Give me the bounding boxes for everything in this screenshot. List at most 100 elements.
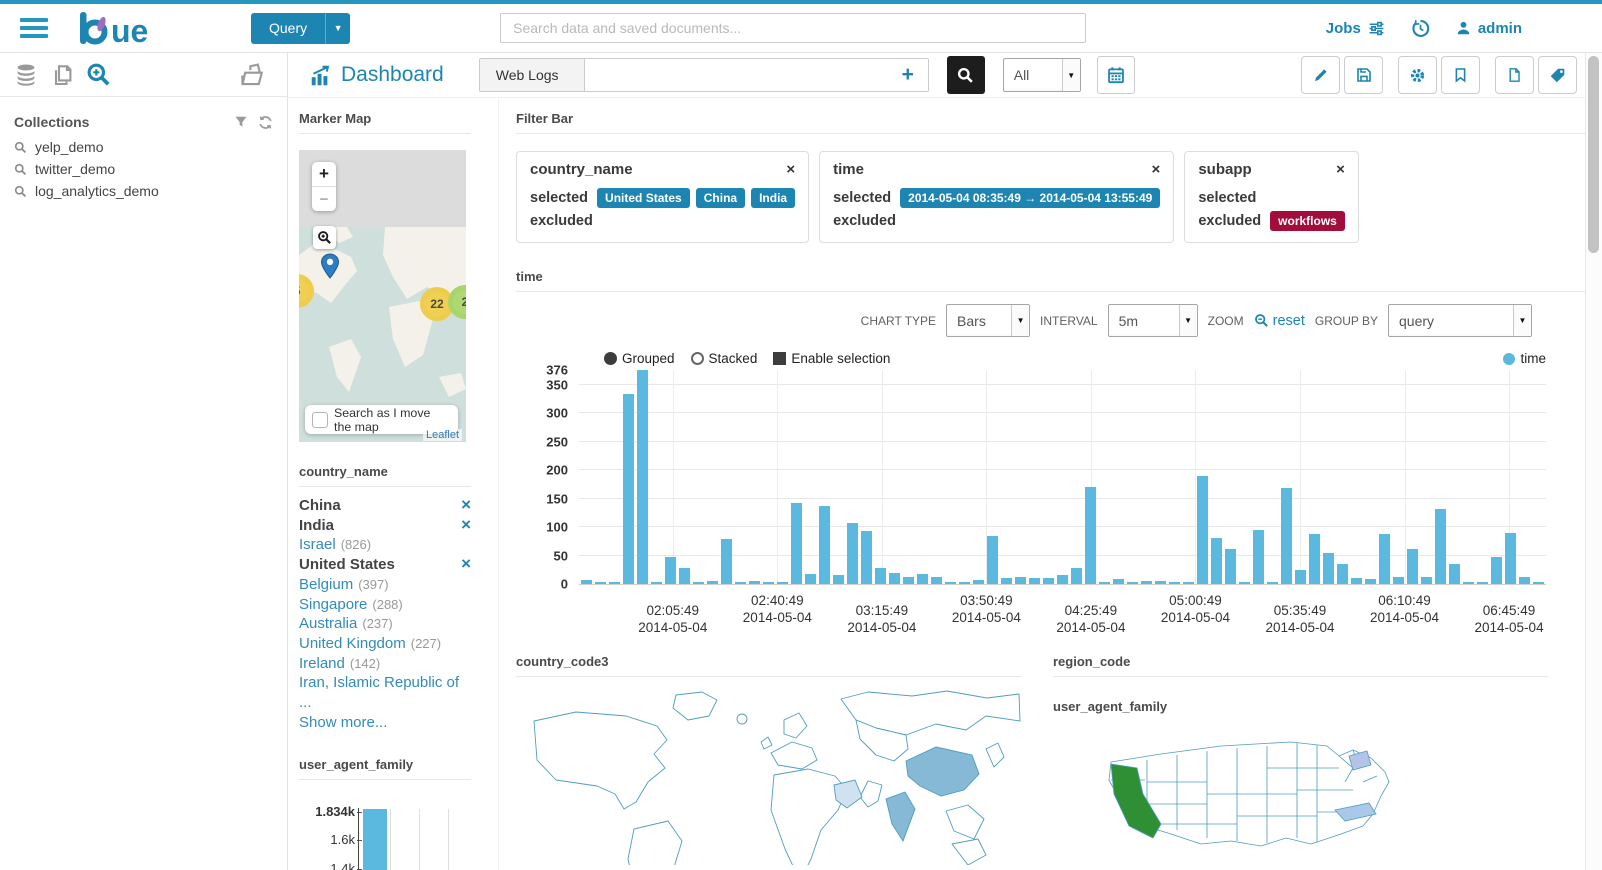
bar[interactable] <box>1253 529 1264 584</box>
bar[interactable] <box>1477 582 1488 584</box>
filter-chip-selected[interactable]: United States <box>597 187 690 208</box>
time-bar-chart[interactable]: 376 350 300 250 200 150 100 50 0 <box>546 364 1546 591</box>
database-icon[interactable] <box>14 63 38 87</box>
bar[interactable] <box>1393 576 1404 584</box>
refresh-icon[interactable] <box>258 115 273 130</box>
bar[interactable] <box>1029 578 1040 584</box>
facet-value-link[interactable]: Belgium <box>299 575 353 595</box>
bar[interactable] <box>1309 533 1320 584</box>
hue-logo[interactable]: ue <box>78 11 174 45</box>
document-button[interactable] <box>1495 56 1534 94</box>
user-agent-family-mini-chart[interactable]: 1.834k 1.6k 1.4k <box>299 804 471 870</box>
bar[interactable] <box>889 572 900 584</box>
facet-value-link[interactable]: Australia <box>299 614 357 634</box>
bar[interactable] <box>1379 533 1390 584</box>
hamburger-menu-icon[interactable] <box>20 14 48 42</box>
collection-item[interactable]: yelp_demo <box>0 136 287 158</box>
calendar-button[interactable] <box>1096 56 1135 94</box>
bar[interactable] <box>1295 569 1306 584</box>
bar[interactable] <box>1281 488 1292 584</box>
bar[interactable] <box>875 568 886 584</box>
close-icon[interactable]: × <box>752 161 795 178</box>
bar[interactable] <box>1267 582 1278 584</box>
bar[interactable] <box>1113 579 1124 584</box>
bar[interactable] <box>721 539 732 584</box>
bar[interactable] <box>693 582 704 584</box>
bar[interactable] <box>1463 582 1474 584</box>
country-code3-world-map[interactable] <box>516 689 1021 865</box>
bar[interactable] <box>861 530 872 584</box>
group-by-select[interactable]: query ▼ <box>1388 304 1532 337</box>
bar[interactable] <box>1211 538 1222 584</box>
bar[interactable] <box>1351 578 1362 584</box>
bar[interactable] <box>1169 581 1180 584</box>
bar[interactable] <box>1155 581 1166 584</box>
bar[interactable] <box>1533 582 1544 584</box>
bar[interactable] <box>1421 576 1432 584</box>
bar[interactable] <box>749 580 760 584</box>
bar[interactable] <box>1085 487 1096 584</box>
enable-selection-checkbox[interactable]: Enable selection <box>773 351 890 366</box>
user-menu[interactable]: admin <box>1456 20 1522 37</box>
global-search-input[interactable] <box>500 13 1087 43</box>
close-icon[interactable]: × <box>1302 161 1345 178</box>
bar[interactable] <box>1407 548 1418 584</box>
bar[interactable] <box>651 582 662 584</box>
bar[interactable] <box>973 580 984 584</box>
chart-type-select[interactable]: Bars ▼ <box>946 304 1031 337</box>
bar[interactable] <box>581 580 592 584</box>
bar[interactable] <box>609 581 620 584</box>
dashboard-query-input[interactable] <box>584 59 888 91</box>
remove-facet-icon[interactable]: × <box>461 555 471 572</box>
marker-map[interactable]: + − 5 22 2 Search as I move the map Leaf… <box>299 150 466 442</box>
grouped-radio[interactable]: Grouped <box>604 351 675 366</box>
bar[interactable] <box>1001 578 1012 584</box>
bar[interactable] <box>1127 582 1138 584</box>
series-legend-time[interactable]: time <box>1503 351 1546 366</box>
collection-item[interactable]: log_analytics_demo <box>0 180 287 202</box>
bar[interactable] <box>777 582 788 584</box>
save-button[interactable] <box>1344 56 1383 94</box>
bar[interactable] <box>819 506 830 584</box>
bar[interactable] <box>1337 564 1348 584</box>
search-as-move-checkbox[interactable] <box>312 411 328 428</box>
add-query-icon[interactable]: + <box>888 59 928 91</box>
edit-pencil-button[interactable] <box>1301 56 1340 94</box>
bar[interactable] <box>1057 574 1068 584</box>
bar[interactable] <box>637 370 648 584</box>
bar[interactable] <box>1071 568 1082 584</box>
zoom-reset-link[interactable]: reset <box>1254 313 1305 329</box>
bar[interactable] <box>1015 576 1026 584</box>
bar[interactable] <box>987 535 998 584</box>
collection-selector[interactable]: Web Logs <box>478 58 584 92</box>
bar[interactable] <box>665 556 676 584</box>
bar[interactable] <box>1141 580 1152 584</box>
remove-facet-icon[interactable]: × <box>461 516 471 533</box>
mini-chart-bar[interactable] <box>363 808 387 870</box>
bar[interactable] <box>945 582 956 584</box>
bar[interactable] <box>595 582 606 584</box>
bar[interactable] <box>1225 548 1236 584</box>
map-boxzoom-button[interactable] <box>313 226 336 249</box>
bar[interactable] <box>805 573 816 584</box>
show-more-link[interactable]: Show more... <box>299 713 471 733</box>
collection-item[interactable]: twitter_demo <box>0 158 287 180</box>
map-zoom-out-button[interactable]: − <box>312 186 336 211</box>
bar[interactable] <box>1197 475 1208 584</box>
bar[interactable] <box>623 394 634 584</box>
bar[interactable] <box>679 567 690 584</box>
scrollbar-thumb[interactable] <box>1588 56 1599 253</box>
interval-select[interactable]: 5m ▼ <box>1107 304 1198 337</box>
facet-value-link[interactable]: Iran, Islamic Republic of ... <box>299 673 471 712</box>
query-split-button[interactable]: Query ▼ <box>251 12 351 44</box>
jobs-label[interactable]: Jobs <box>1326 20 1361 37</box>
execute-search-button[interactable] <box>946 56 985 94</box>
bar[interactable] <box>1323 553 1334 584</box>
documents-icon[interactable] <box>50 63 74 87</box>
bar[interactable] <box>1505 532 1516 584</box>
bar[interactable] <box>1435 508 1446 584</box>
filter-chip-selected[interactable]: India <box>751 187 796 208</box>
page-scrollbar[interactable] <box>1585 53 1602 870</box>
bar[interactable] <box>931 576 942 584</box>
map-marker-pin[interactable] <box>317 253 343 287</box>
